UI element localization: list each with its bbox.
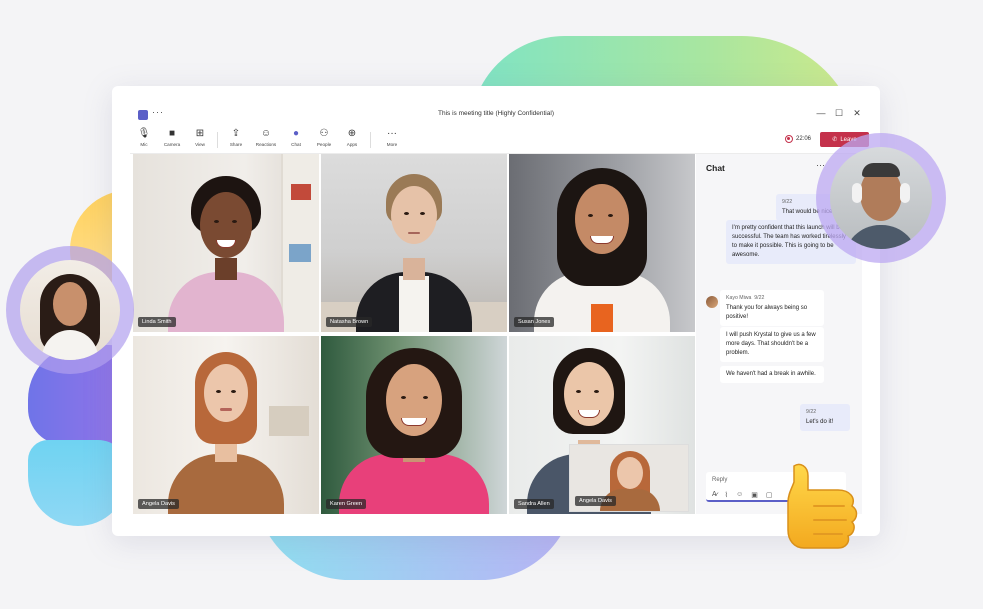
message-date: 9/22	[754, 295, 765, 301]
format-icon[interactable]: A̷	[712, 491, 717, 499]
camera-label: Camera	[163, 142, 181, 147]
share-label: Share	[229, 142, 243, 147]
participant-video	[339, 344, 489, 514]
reactions-icon: ☺	[260, 128, 272, 139]
reactions-label: Reactions	[255, 142, 277, 147]
people-button[interactable]: ⚇ People	[310, 128, 338, 147]
share-icon: ⇪	[231, 128, 241, 139]
more-button[interactable]: ··· More	[378, 128, 406, 147]
message-date: 9/22	[806, 409, 817, 415]
gif-icon[interactable]: ▣	[751, 491, 758, 499]
chat-button[interactable]: ● Chat	[282, 128, 310, 147]
chat-message-received: I will push Krystal to give us a few mor…	[720, 327, 824, 362]
close-button[interactable]: ✕	[850, 108, 864, 119]
floating-participant-avatar	[20, 260, 120, 360]
participant-name: Karen Green	[326, 499, 367, 509]
meeting-content: ··· This is meeting title (Highly Confid…	[130, 106, 869, 520]
sticker-icon[interactable]: ▢	[766, 491, 773, 499]
video-tile[interactable]: Natasha Brown	[321, 154, 507, 332]
mic-label: Mic	[140, 142, 148, 147]
message-text: Thank you for always being so positive!	[726, 305, 808, 320]
apps-label: Apps	[346, 142, 358, 147]
participant-video	[166, 344, 286, 514]
mic-button[interactable]: 🎙︎ Mic	[130, 128, 158, 147]
meeting-timer: 22:06	[796, 136, 812, 142]
participant-video	[354, 162, 474, 332]
view-icon: ⊞	[195, 128, 205, 139]
video-tile[interactable]: Angela Davis	[133, 336, 319, 514]
reply-placeholder: Reply	[712, 477, 728, 483]
video-grid: Linda Smith Natasha Brown Susan Jones An…	[133, 154, 696, 514]
message-text: I will push Krystal to give us a few mor…	[726, 332, 816, 356]
video-tile[interactable]: Linda Smith	[133, 154, 319, 332]
kayo-miwa-avatar	[706, 296, 718, 308]
chat-icon: ●	[292, 128, 300, 139]
record-icon	[785, 135, 793, 143]
participant-name: Angela Davis	[138, 499, 179, 509]
floating-participant-avatar	[830, 147, 932, 249]
participant-name: Susan Jones	[514, 317, 555, 327]
title-bar: ··· This is meeting title (Highly Confid…	[130, 106, 862, 124]
participant-name: Linda Smith	[138, 317, 176, 327]
teams-meeting-window: ··· This is meeting title (Highly Confid…	[112, 86, 880, 536]
chat-label: Chat	[291, 142, 301, 147]
more-label: More	[386, 142, 398, 147]
chat-message-sent: 9/22 Let's do it!	[800, 404, 850, 431]
apps-icon: ⊕	[347, 128, 357, 139]
pip-video[interactable]: Angela Davis	[569, 444, 689, 512]
chat-message-received: Kayo Miwa 9/22 Thank you for always bein…	[720, 290, 824, 326]
participant-video	[532, 162, 672, 332]
message-text: We haven't had a break in awhile.	[726, 371, 816, 377]
video-tile[interactable]: Susan Jones	[509, 154, 695, 332]
message-author: Kayo Miwa	[726, 295, 752, 301]
pip-participant-name: Angela Davis	[575, 496, 616, 506]
participant-name: Sandra Allen	[514, 499, 554, 509]
meeting-title: This is meeting title (Highly Confidenti…	[438, 110, 554, 117]
recording-indicator: 22:06	[785, 135, 811, 143]
chat-message-received: We haven't had a break in awhile.	[720, 366, 824, 383]
camera-button[interactable]: ■ Camera	[158, 128, 186, 147]
people-label: People	[316, 142, 332, 147]
video-tile[interactable]: Angela Davis Sandra Allen	[509, 336, 695, 514]
toolbar-divider	[370, 132, 371, 148]
camera-icon: ■	[168, 128, 176, 139]
view-button[interactable]: ⊞ View	[186, 128, 214, 147]
meeting-toolbar: 🎙︎ Mic ■ Camera ⊞ View ⇪ Share ☺ Reactio…	[130, 126, 869, 154]
emoji-icon[interactable]: ☺	[736, 491, 743, 499]
apps-button[interactable]: ⊕ Apps	[338, 128, 366, 147]
view-label: View	[195, 142, 205, 147]
share-button[interactable]: ⇪ Share	[222, 128, 250, 147]
attach-icon[interactable]: ⌇	[725, 491, 728, 499]
mic-icon: 🎙︎	[137, 128, 151, 139]
video-tile[interactable]: Karen Green	[321, 336, 507, 514]
participant-name: Natasha Brown	[326, 317, 373, 327]
participant-video	[166, 162, 286, 332]
message-meta: Kayo Miwa 9/22	[726, 294, 818, 303]
reply-toolbar: A̷ ⌇ ☺ ▣ ▢	[712, 491, 773, 499]
minimize-button[interactable]: —	[814, 108, 828, 118]
more-icon: ···	[387, 128, 397, 139]
maximize-button[interactable]: ☐	[832, 108, 846, 119]
reactions-button[interactable]: ☺ Reactions	[252, 128, 280, 147]
message-text: Let's do it!	[806, 419, 834, 425]
chat-title: Chat	[706, 163, 725, 173]
people-icon: ⚇	[319, 128, 329, 139]
toolbar-divider	[217, 132, 218, 148]
thumbs-up-icon	[787, 463, 858, 549]
phone-hangup-icon: ✆	[832, 137, 838, 143]
